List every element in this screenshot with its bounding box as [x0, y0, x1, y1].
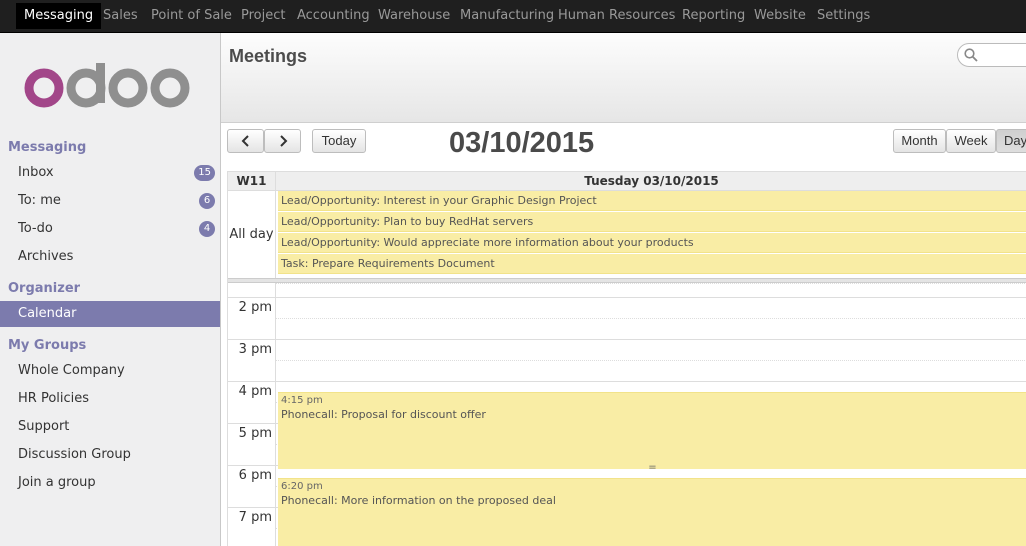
chevron-left-icon — [241, 135, 249, 147]
page-title: Meetings — [229, 46, 308, 66]
week-view-button[interactable]: Week — [946, 129, 996, 153]
event-time: 4:15 pm — [281, 395, 323, 406]
time-slot[interactable] — [276, 318, 1026, 339]
odoo-logo[interactable] — [24, 61, 194, 113]
menu-settings[interactable]: Settings — [817, 0, 870, 32]
to-do-count-badge: 4 — [199, 221, 215, 237]
section-organizer: Organizer — [8, 281, 81, 296]
today-button[interactable]: Today — [312, 129, 366, 153]
to-me-count-badge: 6 — [199, 193, 215, 209]
allday-event[interactable]: Lead/Opportunity: Would appreciate more … — [278, 233, 1026, 253]
sidebar-item-calendar[interactable]: Calendar — [0, 301, 220, 327]
calendar-event[interactable]: 4:15 pm Phonecall: Proposal for discount… — [278, 392, 1026, 473]
sidebar-item-inbox[interactable]: Inbox 15 — [0, 160, 220, 186]
hour-line — [228, 297, 276, 298]
sidebar-item-join-a-group[interactable]: Join a group — [0, 470, 220, 496]
search-icon — [964, 48, 978, 62]
hour-line — [228, 507, 276, 508]
allday-event[interactable]: Lead/Opportunity: Interest in your Graph… — [278, 191, 1026, 211]
sidebar-item-label: To-do — [18, 221, 53, 236]
sidebar-item-hr-policies[interactable]: HR Policies — [0, 386, 220, 412]
resize-handle[interactable]: = — [278, 462, 1026, 473]
sidebar-item-label: Archives — [18, 249, 74, 264]
hour-line — [228, 423, 276, 424]
section-messaging: Messaging — [8, 140, 87, 155]
sidebar-item-label: Whole Company — [18, 363, 125, 378]
event-title: Phonecall: Proposal for discount offer — [281, 408, 486, 421]
menu-messaging[interactable]: Messaging — [16, 3, 102, 29]
time-axis: 2 pm 3 pm 4 pm 5 pm 6 pm 7 pm — [228, 283, 276, 546]
month-view-button[interactable]: Month — [893, 129, 946, 153]
section-my-groups: My Groups — [8, 338, 87, 353]
sidebar-item-to-me[interactable]: To: me 6 — [0, 188, 220, 214]
menu-sales[interactable]: Sales — [103, 0, 138, 32]
menu-website[interactable]: Website — [754, 0, 806, 32]
event-time: 6:20 pm — [281, 481, 323, 492]
sidebar: Messaging Inbox 15 To: me 6 To-do 4 Arch… — [0, 33, 221, 546]
menu-manufacturing[interactable]: Manufacturing — [460, 0, 554, 32]
prev-button[interactable] — [227, 129, 264, 153]
sidebar-item-label: HR Policies — [18, 391, 90, 406]
menu-human-resources[interactable]: Human Resources — [558, 0, 675, 32]
view-header: Meetings — [221, 33, 1026, 123]
sidebar-item-discussion-group[interactable]: Discussion Group — [0, 442, 220, 468]
time-slot[interactable] — [276, 297, 1026, 318]
day-header: Tuesday 03/10/2015 — [584, 174, 719, 188]
menu-point-of-sale[interactable]: Point of Sale — [151, 0, 232, 32]
menu-reporting[interactable]: Reporting — [682, 0, 745, 32]
sidebar-item-label: Support — [18, 419, 70, 434]
sidebar-item-to-do[interactable]: To-do 4 — [0, 216, 220, 242]
hour-label: 3 pm — [238, 342, 272, 357]
menu-warehouse[interactable]: Warehouse — [378, 0, 450, 32]
event-title: Phonecall: More information on the propo… — [281, 494, 556, 507]
sidebar-item-label: Discussion Group — [18, 447, 131, 462]
hour-label: 7 pm — [238, 510, 272, 525]
hour-label: 4 pm — [238, 384, 272, 399]
sidebar-item-archives[interactable]: Archives — [0, 244, 220, 270]
sidebar-item-support[interactable]: Support — [0, 414, 220, 440]
hour-label: 5 pm — [238, 426, 272, 441]
inbox-count-badge: 15 — [194, 165, 215, 181]
hour-line — [228, 339, 276, 340]
search-input[interactable] — [957, 43, 1026, 67]
calendar-event[interactable]: 6:20 pm Phonecall: More information on t… — [278, 478, 1026, 546]
chevron-right-icon — [279, 135, 287, 147]
hour-line — [228, 381, 276, 382]
hour-label: 6 pm — [238, 468, 272, 483]
calendar-header: W11 Tuesday 03/10/2015 — [228, 171, 1026, 191]
menu-accounting[interactable]: Accounting — [297, 0, 370, 32]
week-number: W11 — [228, 172, 276, 190]
sidebar-item-label: Inbox — [18, 165, 54, 180]
sidebar-item-label: Join a group — [18, 475, 96, 490]
current-date-title: 03/10/2015 — [449, 127, 595, 159]
sidebar-item-label: Calendar — [18, 306, 77, 321]
allday-event[interactable]: Task: Prepare Requirements Document — [278, 254, 1026, 274]
next-button[interactable] — [264, 129, 301, 153]
allday-label: All day — [228, 191, 276, 278]
menu-project[interactable]: Project — [241, 0, 285, 32]
allday-slot[interactable]: Lead/Opportunity: Interest in your Graph… — [276, 191, 1026, 278]
time-slot[interactable] — [276, 339, 1026, 360]
hour-line — [228, 465, 276, 466]
top-menu-bar: Messaging Sales Point of Sale Project Ac… — [0, 0, 1026, 33]
sidebar-item-whole-company[interactable]: Whole Company — [0, 358, 220, 384]
day-calendar: W11 Tuesday 03/10/2015 All day Lead/Oppo… — [227, 171, 1026, 546]
sidebar-item-label: To: me — [18, 193, 61, 208]
time-slot[interactable] — [276, 360, 1026, 381]
day-view-button[interactable]: Day — [996, 129, 1026, 153]
allday-event[interactable]: Lead/Opportunity: Plan to buy RedHat ser… — [278, 212, 1026, 232]
hour-label: 2 pm — [238, 300, 272, 315]
